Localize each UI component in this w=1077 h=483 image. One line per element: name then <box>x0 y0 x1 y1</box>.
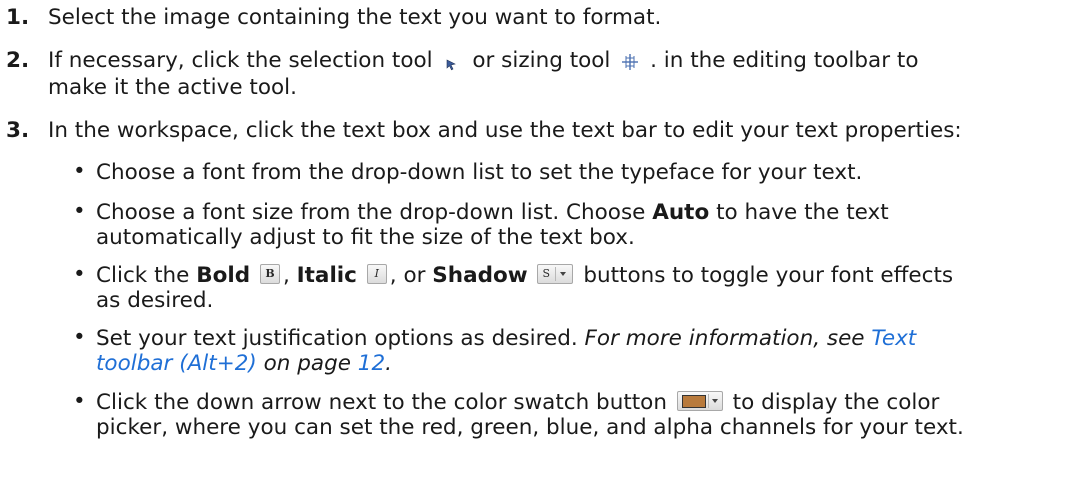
shadow-button-icon: S <box>537 264 574 284</box>
step-number: 1. <box>6 5 30 30</box>
step-number: 2. <box>6 48 30 73</box>
text-toolbar-link[interactable]: toolbar (Alt+2) <box>96 351 257 376</box>
step-text: In the workspace, click the text box and… <box>48 118 962 143</box>
italic-button-icon: I <box>366 264 387 284</box>
sizing-tool-icon <box>617 52 643 70</box>
bullet-marker: • <box>73 159 86 184</box>
bullet-marker: • <box>73 325 86 350</box>
step-text: If necessary, click the selection tool o… <box>48 48 919 73</box>
color-swatch-button-icon <box>676 391 723 411</box>
bullet-marker: • <box>73 389 86 414</box>
step-number: 3. <box>6 118 30 143</box>
bullet-marker: • <box>73 199 86 224</box>
page-number-link[interactable]: 12 <box>358 351 385 376</box>
document-page: 1. Select the image containing the text … <box>0 0 1077 483</box>
bold-button-icon: B <box>259 264 280 284</box>
step-text: Select the image containing the text you… <box>48 5 662 30</box>
text-toolbar-link[interactable]: Text <box>871 326 916 351</box>
selection-tool-icon <box>439 53 465 71</box>
bullet-marker: • <box>73 262 86 287</box>
